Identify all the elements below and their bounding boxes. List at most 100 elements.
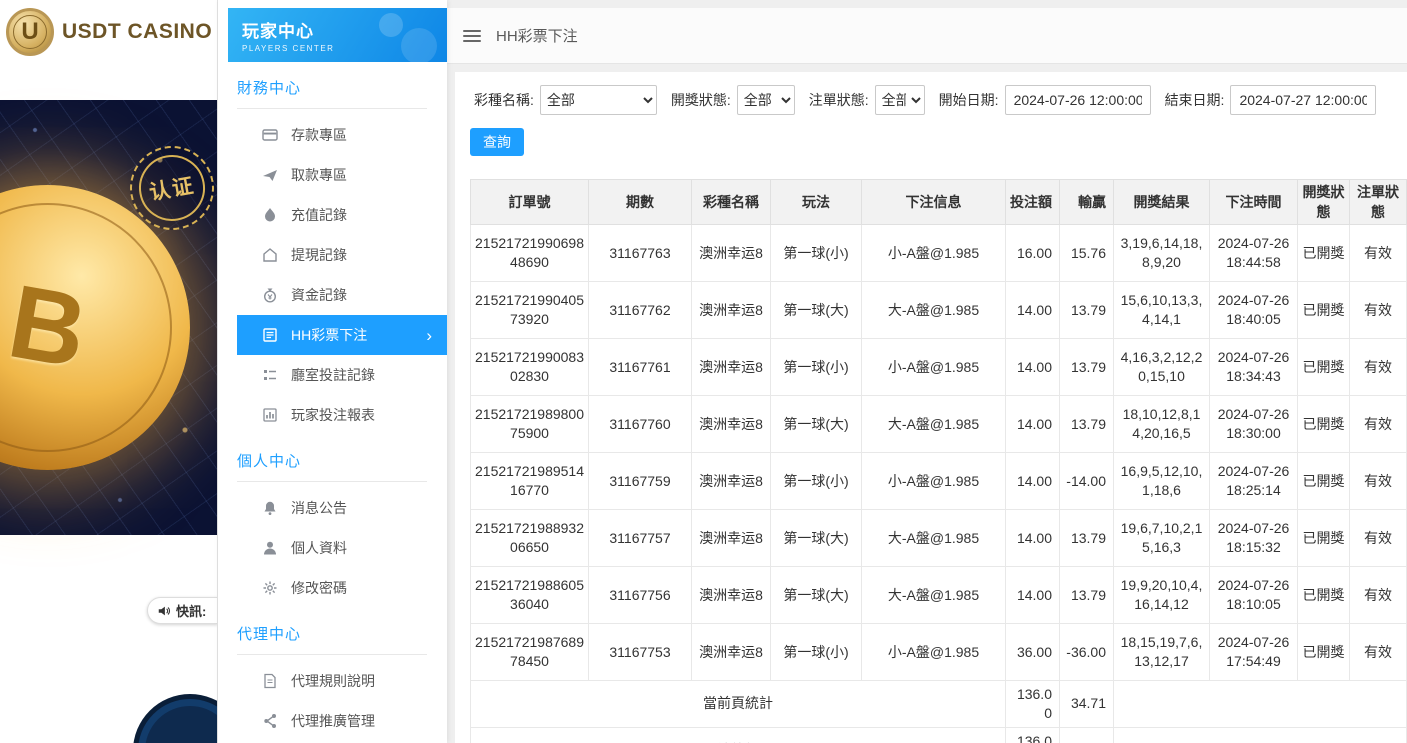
user-icon	[262, 540, 278, 556]
cell-draw-status: 已開獎	[1298, 624, 1350, 681]
funds-icon	[262, 287, 278, 303]
cell-draw-result: 19,6,7,10,2,15,16,3	[1114, 510, 1210, 567]
topbar: HH彩票下注	[447, 8, 1407, 64]
lottery-select[interactable]: 全部	[540, 85, 657, 115]
end-date-label: 結束日期:	[1165, 90, 1225, 110]
cell-bet-info: 大-A盤@1.985	[862, 282, 1006, 339]
table-row: 215217219906984869031167763澳洲幸运8第一球(小)小-…	[471, 225, 1407, 282]
table-row: 215217219904057392031167762澳洲幸运8第一球(大)大-…	[471, 282, 1407, 339]
sidebar-item-agent-rules[interactable]: 代理規則說明	[237, 661, 447, 701]
sidebar-item-withdraw[interactable]: 取款專區	[237, 155, 447, 195]
cell-bet-info: 小-A盤@1.985	[862, 453, 1006, 510]
cell-play: 第一球(大)	[771, 567, 862, 624]
sidebar-item-label: 廳室投註記錄	[291, 365, 375, 385]
cell-order-status: 有效	[1350, 510, 1407, 567]
page-total-label: 當前頁統計	[471, 681, 1006, 728]
sidebar-item-fund-record[interactable]: 資金記錄	[237, 275, 447, 315]
page-total-row: 當前頁統計 136.00 34.71	[471, 681, 1407, 728]
cell-win-loss: 15.76	[1060, 225, 1114, 282]
cell-order-no: 2152172199069848690	[471, 225, 589, 282]
cell-order-status: 有效	[1350, 396, 1407, 453]
cell-draw-status: 已開獎	[1298, 282, 1350, 339]
col-header-order-status: 注單狀態	[1350, 180, 1407, 225]
chevron-right-icon: ›	[426, 327, 432, 344]
grand-total-row: 總統計 136.00 34.71	[471, 727, 1407, 743]
cell-draw-result: 18,15,19,7,6,13,12,17	[1114, 624, 1210, 681]
cell-draw-status: 已開獎	[1298, 510, 1350, 567]
room-record-icon	[262, 367, 278, 383]
bets-table: 訂單號期數彩種名稱玩法下注信息投注額輸贏開獎結果下注時間開獎狀態注單狀態 215…	[470, 179, 1407, 743]
cashout-icon	[262, 247, 278, 263]
col-header-draw-result: 開獎結果	[1114, 180, 1210, 225]
cell-play: 第一球(小)	[771, 225, 862, 282]
cell-bet-time: 2024-07-26 17:54:49	[1210, 624, 1298, 681]
end-date-input[interactable]	[1230, 85, 1376, 115]
sidebar-item-messages[interactable]: 消息公告	[237, 488, 447, 528]
sidebar-item-label: 充值記錄	[291, 205, 347, 225]
cell-play: 第一球(大)	[771, 282, 862, 339]
start-date-label: 開始日期:	[939, 90, 999, 110]
lottery-filter-label: 彩種名稱:	[474, 90, 534, 110]
cell-bet-info: 大-A盤@1.985	[862, 510, 1006, 567]
brand-logo[interactable]: U USDT CASINO	[0, 0, 217, 64]
doc-icon	[262, 673, 278, 689]
cell-win-loss: 13.79	[1060, 396, 1114, 453]
cell-play: 第一球(小)	[771, 624, 862, 681]
grand-total-winloss: 34.71	[1060, 727, 1114, 743]
sidebar-item-player-bet-report[interactable]: 玩家投注報表	[237, 395, 447, 435]
gear-icon	[262, 580, 278, 596]
sidebar-item-profile[interactable]: 個人資料	[237, 528, 447, 568]
cell-order-status: 有效	[1350, 225, 1407, 282]
cell-lottery-name: 澳洲幸运8	[692, 567, 771, 624]
cell-bet-time: 2024-07-26 18:44:58	[1210, 225, 1298, 282]
menu-toggle-icon[interactable]	[463, 27, 481, 45]
cell-lottery-name: 澳洲幸运8	[692, 510, 771, 567]
sidebar-item-deposit[interactable]: 存款專區	[237, 115, 447, 155]
page-title: HH彩票下注	[496, 25, 578, 46]
cell-draw-status: 已開獎	[1298, 339, 1350, 396]
sidebar-item-room-bet-record[interactable]: 廳室投註記錄	[237, 355, 447, 395]
sidebar-item-agent-promotion[interactable]: 代理推廣管理	[237, 701, 447, 741]
col-header-order-no: 訂單號	[471, 180, 589, 225]
col-header-play: 玩法	[771, 180, 862, 225]
cell-order-no: 2152172198951416770	[471, 453, 589, 510]
cell-bet-time: 2024-07-26 18:30:00	[1210, 396, 1298, 453]
cell-play: 第一球(小)	[771, 339, 862, 396]
cell-period: 31167757	[589, 510, 692, 567]
cell-draw-result: 16,9,5,12,10,1,18,6	[1114, 453, 1210, 510]
report-icon	[262, 407, 278, 423]
table-row: 215217219876897845031167753澳洲幸运8第一球(小)小-…	[471, 624, 1407, 681]
news-ticker-toggle[interactable]: 快訊:	[147, 597, 218, 624]
speaker-icon	[157, 604, 171, 618]
cell-lottery-name: 澳洲幸运8	[692, 396, 771, 453]
cell-bet-info: 小-A盤@1.985	[862, 225, 1006, 282]
order-status-select[interactable]: 全部	[875, 85, 925, 115]
table-row: 215217219895141677031167759澳洲幸运8第一球(小)小-…	[471, 453, 1407, 510]
cell-bet-amount: 14.00	[1006, 453, 1060, 510]
sidebar: 玩家中心 PLAYERS CENTER 財務中心存款專區取款專區充值記錄提現記錄…	[218, 0, 447, 743]
cell-bet-time: 2024-07-26 18:25:14	[1210, 453, 1298, 510]
sidebar-item-recharge-record[interactable]: 充值記錄	[237, 195, 447, 235]
sidebar-item-label: 資金記錄	[291, 285, 347, 305]
sidebar-item-change-password[interactable]: 修改密碼	[237, 568, 447, 608]
cell-win-loss: 13.79	[1060, 282, 1114, 339]
cell-period: 31167759	[589, 453, 692, 510]
cell-bet-amount: 36.00	[1006, 624, 1060, 681]
cell-win-loss: -14.00	[1060, 453, 1114, 510]
sidebar-item-cashout-record[interactable]: 提現記錄	[237, 235, 447, 275]
cell-draw-result: 3,19,6,14,18,8,9,20	[1114, 225, 1210, 282]
draw-status-filter-label: 開獎狀態:	[671, 90, 731, 110]
cell-period: 31167762	[589, 282, 692, 339]
sidebar-header-subtitle: PLAYERS CENTER	[242, 44, 447, 53]
query-button[interactable]: 查詢	[470, 128, 524, 156]
brand-name: USDT CASINO	[62, 20, 212, 44]
draw-status-select[interactable]: 全部	[737, 85, 795, 115]
section-title: 個人中心	[237, 450, 427, 482]
sidebar-item-hh-lottery-bet[interactable]: HH彩票下注›	[237, 315, 447, 355]
bell-icon	[262, 500, 278, 516]
sidebar-item-label: 提現記錄	[291, 245, 347, 265]
cell-bet-amount: 14.00	[1006, 567, 1060, 624]
start-date-input[interactable]	[1005, 85, 1151, 115]
sidebar-header: 玩家中心 PLAYERS CENTER	[228, 8, 447, 62]
cell-bet-time: 2024-07-26 18:34:43	[1210, 339, 1298, 396]
